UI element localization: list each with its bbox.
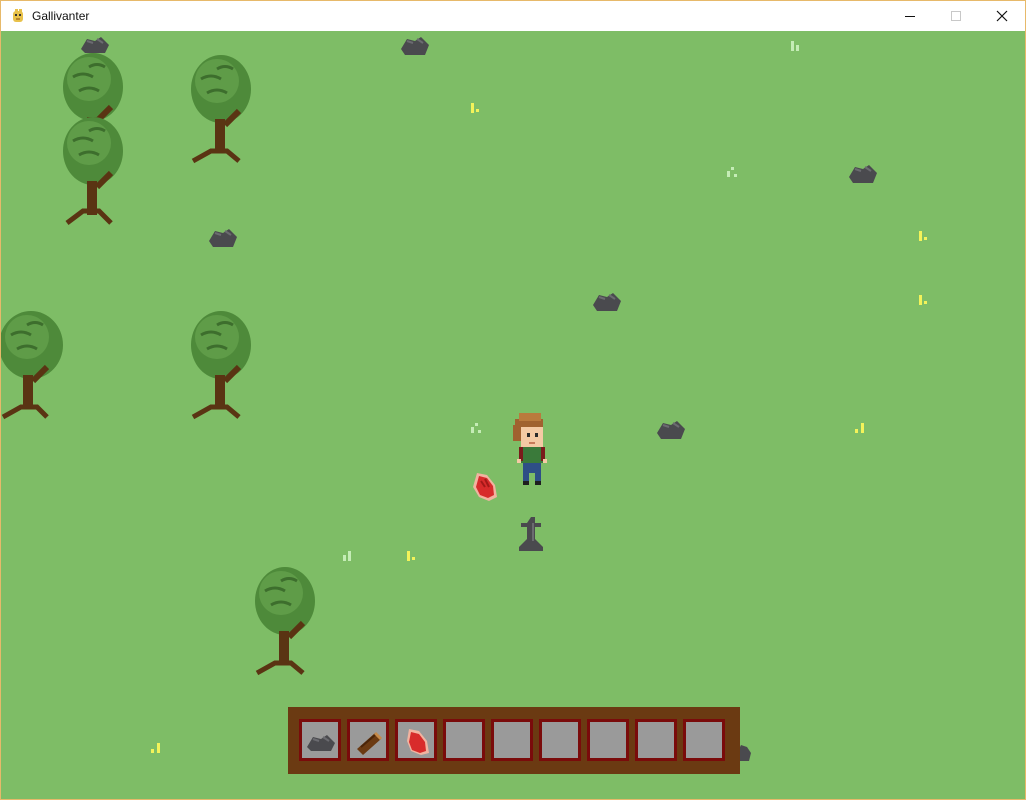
grass-tuft [727,167,739,179]
grass-tuft [151,743,163,755]
pygame-snake-icon [10,8,26,24]
grass-tuft [791,41,803,53]
tree [187,49,259,165]
tree [251,561,323,677]
close-button[interactable] [979,1,1025,31]
rock [399,35,431,57]
maximize-button[interactable] [933,1,979,31]
tree [1,305,73,421]
grass-tuft [471,103,483,115]
hotbar-slot-1[interactable] [299,719,341,761]
maximize-icon [951,11,961,21]
tree [187,305,259,421]
grass-tuft [919,231,931,243]
rock [847,163,879,185]
rock [79,35,111,55]
minimize-icon [905,16,915,17]
grass-tuft [855,423,867,435]
hotbar-slot-6[interactable] [539,719,581,761]
tree [59,111,131,227]
hotbar-slot-5[interactable] [491,719,533,761]
hotbar-slot-9[interactable] [683,719,725,761]
grass-tuft [407,551,419,563]
rock [591,291,623,313]
hotbar-slot-3[interactable] [395,719,437,761]
minimize-button[interactable] [887,1,933,31]
window-title: Gallivanter [32,9,90,23]
title-bar[interactable]: Gallivanter [1,1,1025,31]
hotbar-slot-2[interactable] [347,719,389,761]
grass-tuft [343,551,355,563]
inventory-hotbar [288,707,740,774]
raw-meat[interactable] [471,471,499,503]
grass-tuft [919,295,931,307]
game-canvas[interactable] [1,31,1025,799]
stone-marker [517,515,549,555]
hotbar-slot-7[interactable] [587,719,629,761]
game-window: Gallivanter [0,0,1026,800]
hotbar-slot-4[interactable] [443,719,485,761]
rock [655,419,687,441]
grass-tuft [471,423,483,435]
rock [207,227,239,249]
hotbar-slot-8[interactable] [635,719,677,761]
player-character [511,413,549,491]
close-icon [996,10,1008,22]
